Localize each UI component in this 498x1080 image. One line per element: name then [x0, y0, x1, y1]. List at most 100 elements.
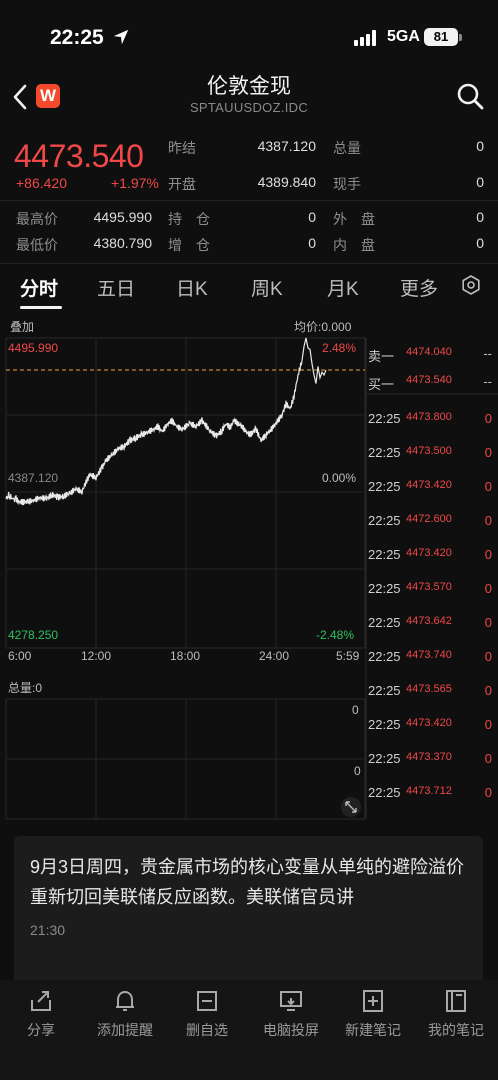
- tick-time: 22:25: [368, 717, 401, 732]
- tab-monthly-k[interactable]: 月K: [327, 274, 359, 301]
- tick-price: 4473.800: [406, 411, 452, 423]
- share-button[interactable]: 分享: [0, 988, 86, 1040]
- tick-time: 22:25: [368, 547, 401, 562]
- tick-time: 22:25: [368, 683, 401, 698]
- inner-volume-label: 内 盘: [333, 237, 375, 253]
- tick-price: 4473.420: [406, 717, 452, 729]
- screen-cast-icon: [280, 991, 302, 1011]
- y-high-pct-label: 2.48%: [322, 341, 357, 355]
- tick-time: 22:25: [368, 785, 401, 800]
- tick-row: 22:25 4473.420 0: [368, 717, 496, 735]
- bottom-toolbar: 分享 添加提醒 删自选 电脑投屏 新建笔记 我的笔记: [0, 980, 498, 1080]
- new-note-button[interactable]: 新建笔记: [328, 988, 418, 1040]
- price-change-percent: +1.97%: [111, 175, 159, 191]
- location-arrow-icon: [113, 29, 129, 45]
- tabs-divider-top: [0, 263, 498, 264]
- tick-volume: 0: [484, 445, 492, 460]
- tick-row: 22:25 4473.570 0: [368, 581, 496, 599]
- tick-price: 4473.420: [406, 479, 452, 491]
- share-icon: [31, 991, 51, 1011]
- tick-time: 22:25: [368, 751, 401, 766]
- tick-row: 22:25 4473.712 0: [368, 785, 496, 803]
- total-volume-value: 0: [476, 138, 484, 154]
- tick-price: 4473.570: [406, 581, 452, 593]
- tick-time: 22:25: [368, 581, 401, 596]
- tick-volume: 0: [484, 649, 492, 664]
- volume-axis-mid: 0: [354, 764, 361, 778]
- inner-volume-value: 0: [476, 235, 484, 251]
- news-text: 9月3日周四，贵金属市场的核心变量从单纯的避险溢价重新切回美联储反应函数。美联储…: [30, 857, 465, 907]
- tick-row: 22:25 4473.420 0: [368, 479, 496, 497]
- open-label: 开盘: [168, 176, 196, 192]
- open-interest-label: 持 仓: [168, 211, 210, 227]
- tab-more[interactable]: 更多: [400, 274, 438, 301]
- gear-icon[interactable]: [461, 275, 481, 295]
- tick-row: 22:25 4473.800 0: [368, 411, 496, 429]
- tick-row: 22:25 4473.642 0: [368, 615, 496, 633]
- add-alert-button[interactable]: 添加提醒: [80, 988, 170, 1040]
- prev-settle-value: 4387.120: [257, 138, 316, 154]
- high-value: 4495.990: [93, 209, 152, 225]
- tick-time: 22:25: [368, 649, 401, 664]
- tick-row: 22:25 4473.370 0: [368, 751, 496, 769]
- search-icon[interactable]: [456, 82, 484, 110]
- tick-row: 22:25 4473.420 0: [368, 547, 496, 565]
- bid-volume: --: [483, 374, 492, 389]
- tick-volume: 0: [484, 717, 492, 732]
- x-label-6: 6:00: [8, 649, 32, 663]
- tick-volume: 0: [484, 411, 492, 426]
- y-base-pct-label: 0.00%: [322, 471, 357, 485]
- tick-time: 22:25: [368, 615, 401, 630]
- battery-icon: 81: [424, 28, 458, 46]
- order-book-ask: 卖一 4474.040 --: [368, 346, 496, 364]
- bell-icon: [116, 990, 134, 1011]
- tick-volume: 0: [484, 479, 492, 494]
- page-title: 伦敦金现: [207, 75, 291, 98]
- tick-volume: 0: [484, 615, 492, 630]
- total-volume-chart-label: 总量:0: [8, 681, 43, 695]
- ask-label: 卖一: [368, 349, 395, 364]
- tab-intraday[interactable]: 分时: [20, 274, 58, 301]
- overlay-label[interactable]: 叠加: [10, 318, 34, 335]
- share-label: 分享: [27, 1022, 55, 1038]
- tick-price: 4473.370: [406, 751, 452, 763]
- add-alert-label: 添加提醒: [97, 1022, 153, 1038]
- remove-watchlist-label: 删自选: [186, 1022, 228, 1038]
- remove-box-icon: [197, 991, 217, 1011]
- tick-time: 22:25: [368, 411, 401, 426]
- intraday-chart[interactable]: 叠加 均价:0.000 4495.990 2.48% 4387.120 0.00…: [0, 314, 498, 824]
- y-low-label: 4278.250: [8, 628, 59, 642]
- tick-price: 4473.642: [406, 615, 452, 627]
- my-notes-button[interactable]: 我的笔记: [411, 988, 498, 1040]
- low-value: 4380.790: [93, 235, 152, 251]
- prev-settle-label: 昨结: [168, 140, 196, 156]
- bid-label: 买一: [368, 377, 395, 392]
- x-label-18: 18:00: [170, 649, 201, 663]
- high-label: 最高价: [16, 211, 58, 227]
- open-value: 4389.840: [257, 174, 316, 190]
- my-notes-label: 我的笔记: [428, 1022, 484, 1038]
- avg-price-label: 均价:0.000: [294, 320, 352, 334]
- tick-row: 22:25 4473.740 0: [368, 649, 496, 667]
- tick-time: 22:25: [368, 445, 401, 460]
- active-tab-underline: [20, 306, 62, 309]
- tab-daily-k[interactable]: 日K: [176, 274, 208, 301]
- x-label-end: 5:59: [336, 649, 360, 663]
- price-change: +86.420: [16, 175, 67, 191]
- tick-price: 4473.420: [406, 547, 452, 559]
- tick-volume: 0: [484, 785, 492, 800]
- tab-weekly-k[interactable]: 周K: [251, 274, 283, 301]
- expand-icon[interactable]: [340, 796, 362, 818]
- tab-five-day[interactable]: 五日: [97, 274, 135, 301]
- remove-watchlist-button[interactable]: 删自选: [162, 988, 252, 1040]
- ask-price: 4474.040: [406, 346, 452, 358]
- tick-price: 4473.740: [406, 649, 452, 661]
- notebook-icon: [446, 990, 466, 1012]
- battery-tip: [459, 34, 462, 41]
- news-card[interactable]: 9月3日周四，贵金属市场的核心变量从单纯的避险溢价重新切回美联储反应函数。美联储…: [14, 836, 483, 986]
- current-hand-label: 现手: [333, 176, 361, 192]
- tick-volume: 0: [484, 751, 492, 766]
- cast-to-pc-button[interactable]: 电脑投屏: [246, 988, 336, 1040]
- tick-time: 22:25: [368, 513, 401, 528]
- current-hand-value: 0: [476, 174, 484, 190]
